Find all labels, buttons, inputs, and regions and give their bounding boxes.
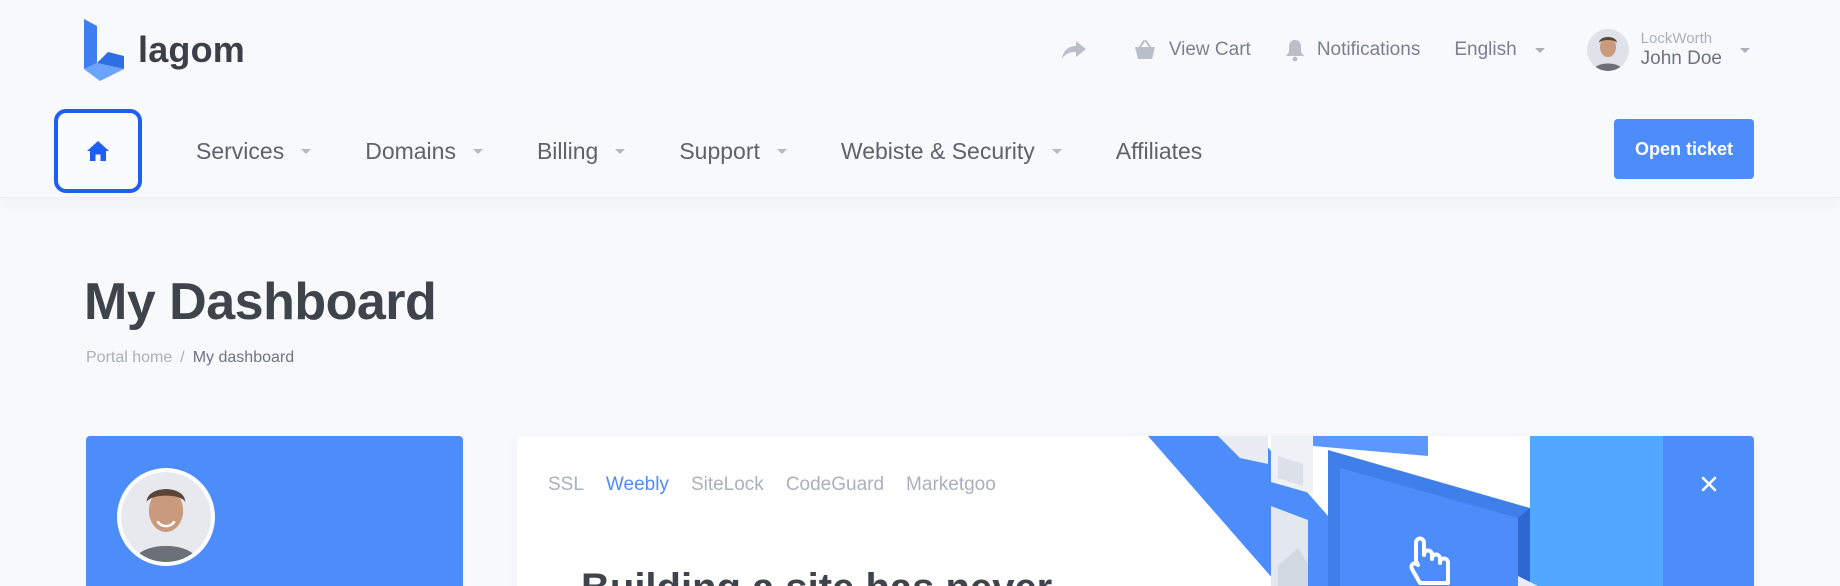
avatar (117, 468, 215, 566)
avatar (1586, 29, 1629, 71)
promo-tab-sitelock[interactable]: SiteLock (691, 474, 764, 496)
bell-icon (1285, 40, 1304, 62)
language-label: English (1454, 39, 1517, 60)
site-header: lagom View Cart Notifications English Lo… (0, 0, 1840, 198)
promo-tabs: SSL Weebly SiteLock CodeGuard Marketgoo (548, 474, 1018, 496)
user-avatar-icon (1586, 29, 1629, 71)
promo-tab-ssl[interactable]: SSL (548, 474, 584, 496)
chevron-down-icon (776, 148, 787, 154)
promo-card: SSL Weebly SiteLock CodeGuard Marketgoo … (517, 436, 1754, 586)
page-title: My Dashboard (84, 273, 437, 331)
user-avatar-icon (121, 472, 211, 562)
share-button[interactable] (1061, 40, 1099, 60)
language-selector[interactable]: English (1454, 39, 1545, 61)
brand-logo[interactable]: lagom (84, 19, 245, 81)
share-arrow-icon (1061, 41, 1086, 59)
promo-tab-weebly[interactable]: Weebly (606, 474, 669, 496)
user-name: John Doe (1640, 47, 1722, 69)
chevron-down-icon (472, 148, 483, 154)
promo-headline: Building a site has never (581, 566, 1052, 586)
home-icon (87, 141, 109, 161)
close-icon (1701, 476, 1716, 492)
user-company: LockWorth (1640, 29, 1713, 47)
lagom-logo-icon (84, 19, 124, 81)
view-cart-label: View Cart (1168, 39, 1251, 60)
website-builder-illustration (1148, 436, 1663, 586)
promo-close-button[interactable] (1663, 436, 1754, 586)
chevron-down-icon (615, 148, 626, 154)
user-menu[interactable]: LockWorth John Doe (1586, 29, 1750, 71)
chevron-down-icon (1534, 47, 1545, 53)
chevron-down-icon (1740, 47, 1750, 53)
nav-item-label: Billing (536, 137, 599, 164)
nav-item-support[interactable]: Support (679, 138, 787, 165)
chevron-down-icon (1051, 148, 1062, 154)
nav-item-billing[interactable]: Billing (536, 137, 626, 165)
view-cart-link[interactable]: View Cart (1133, 39, 1251, 61)
nav-item-website-security[interactable]: Webiste & Security (841, 138, 1062, 165)
user-info: LockWorth John Doe (1641, 30, 1722, 71)
home-button[interactable] (54, 109, 142, 193)
open-ticket-button[interactable]: Open ticket (1614, 119, 1754, 179)
breadcrumb-current: My dashboard (192, 349, 295, 366)
nav-item-services[interactable]: Services (196, 137, 312, 165)
chevron-down-icon (301, 148, 312, 154)
nav-item-label: Affiliates (1115, 137, 1203, 164)
nav-item-label: Webiste & Security (840, 137, 1035, 164)
notifications-label: Notifications (1316, 39, 1421, 60)
nav-item-affiliates[interactable]: Affiliates (1116, 138, 1203, 165)
breadcrumb: Portal home / My dashboard (86, 349, 294, 367)
notifications-link[interactable]: Notifications (1285, 38, 1421, 62)
nav-item-label: Support (679, 137, 760, 164)
breadcrumb-home-link[interactable]: Portal home (86, 349, 172, 367)
nav-item-domains[interactable]: Domains (365, 138, 483, 165)
promo-tab-marketgoo[interactable]: Marketgoo (906, 474, 996, 496)
nav-item-label: Domains (365, 137, 456, 164)
nav-item-label: Services (196, 137, 285, 164)
top-utility-bar: View Cart Notifications English LockWort… (1027, 24, 1750, 76)
brand-name: lagom (138, 29, 246, 70)
basket-icon (1134, 40, 1155, 59)
breadcrumb-separator: / (180, 349, 185, 366)
profile-card (86, 436, 463, 586)
main-navigation: Services Domains Billing Support Webiste… (54, 109, 1202, 193)
promo-tab-codeguard[interactable]: CodeGuard (786, 474, 884, 496)
